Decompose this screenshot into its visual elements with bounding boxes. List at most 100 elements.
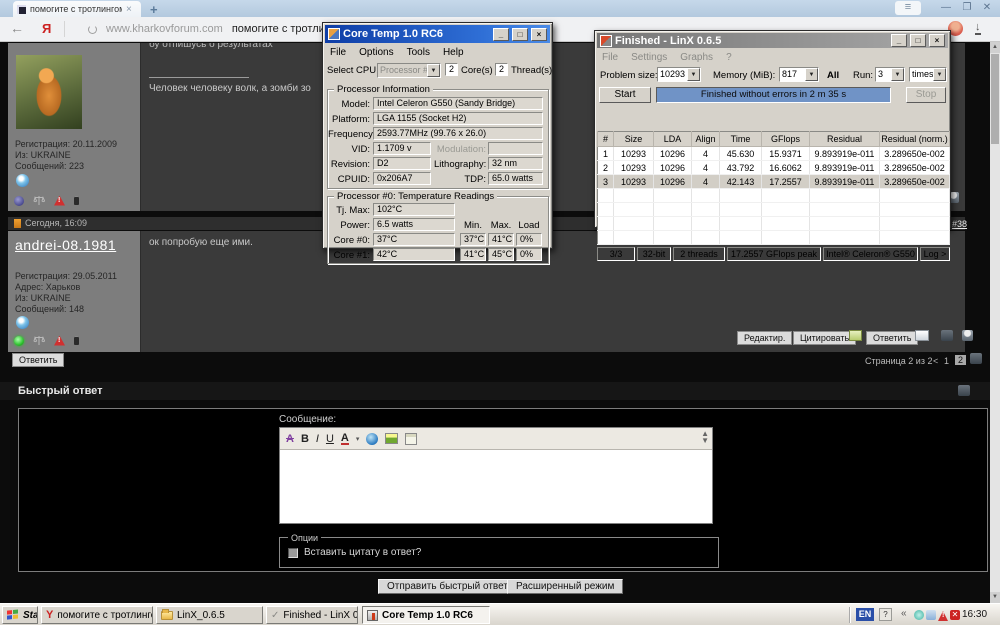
tray-error-icon[interactable]: ✕ — [950, 610, 960, 620]
task-linx-app[interactable]: ✓ Finished - LinX 0.6.5 — [266, 606, 358, 624]
menu-graphs[interactable]: Graphs — [680, 52, 713, 63]
edit-post-button[interactable]: Редактир. — [737, 331, 793, 345]
font-color-caret-icon[interactable]: ▾ — [356, 435, 360, 443]
message-icon[interactable] — [941, 330, 953, 341]
thread-reply-button[interactable]: Ответить — [12, 353, 65, 367]
stop-button[interactable]: Stop — [906, 87, 946, 103]
report-warning-icon[interactable] — [54, 335, 65, 346]
menu-tools[interactable]: Tools — [407, 47, 430, 58]
browser-close-button[interactable]: ✕ — [979, 1, 995, 15]
collapse-section-icon[interactable] — [958, 385, 970, 396]
profile-icon[interactable] — [962, 330, 973, 341]
memory-select[interactable]: 817 ▼ — [779, 67, 819, 82]
report-warning-icon[interactable] — [54, 195, 65, 206]
submit-quick-reply-button[interactable]: Отправить быстрый ответ — [378, 579, 517, 594]
problem-size-select[interactable]: 10293 ▼ — [657, 67, 701, 82]
col-size[interactable]: Size — [613, 131, 654, 148]
quote-post-button[interactable]: Цитировать — [793, 331, 857, 345]
run-units-select[interactable]: times ▼ — [909, 67, 947, 82]
scrollbar-thumb[interactable] — [991, 54, 999, 144]
help-tray-icon[interactable]: ? — [879, 608, 892, 621]
insert-quote-icon[interactable] — [405, 432, 418, 445]
reply-post-button[interactable]: Ответить — [866, 331, 919, 345]
task-linx-folder[interactable]: LinX_0.6.5 — [156, 606, 263, 624]
insert-image-icon[interactable] — [385, 433, 399, 444]
insert-link-icon[interactable] — [366, 432, 379, 445]
editor-resize-icon[interactable]: ▲ ▼ — [701, 430, 709, 445]
col-residual-norm[interactable]: Residual (norm.) — [879, 131, 950, 148]
task-browser[interactable]: Y помогите с тротлингом ... — [41, 606, 153, 624]
coretemp-titlebar[interactable]: Core Temp 1.0 RC6 _ □ × — [325, 25, 550, 43]
minimize-icon[interactable]: _ — [891, 34, 907, 47]
tray-chevron-icon[interactable]: « — [901, 608, 907, 619]
yandex-logo-icon[interactable]: Я — [42, 21, 51, 36]
message-textarea[interactable] — [280, 450, 712, 523]
tray-icon-1[interactable] — [914, 610, 924, 620]
quote-checkbox[interactable] — [288, 548, 298, 558]
start-button[interactable]: Start — [2, 606, 38, 624]
font-color-icon[interactable]: A — [340, 432, 349, 445]
col-time[interactable]: Time — [719, 131, 762, 148]
pagination-prev[interactable]: < — [933, 356, 938, 366]
col-lda[interactable]: LDA — [653, 131, 692, 148]
menu-options[interactable]: Options — [359, 47, 393, 58]
table-row[interactable]: 1 10293 10296 4 45.630 15.9371 9.893919e-011 3.… — [597, 146, 950, 162]
col-gflops[interactable]: GFlops — [761, 131, 810, 148]
post2-username-link[interactable]: andrei-08.1981 — [15, 237, 116, 253]
advanced-mode-button[interactable]: Расширенный режим — [507, 579, 624, 594]
scroll-down-icon[interactable]: ▼ — [990, 592, 1000, 603]
icq-status-icon[interactable] — [16, 316, 29, 329]
processor-select[interactable]: Processor #0 ▼ — [377, 63, 441, 78]
menu-file[interactable]: File — [602, 52, 618, 63]
maximize-icon[interactable]: □ — [910, 34, 926, 47]
pagination-page-1[interactable]: 1 — [944, 356, 949, 366]
close-icon[interactable]: × — [929, 34, 945, 47]
minimize-icon[interactable]: _ — [493, 27, 509, 41]
menu-settings[interactable]: Settings — [631, 52, 667, 63]
task-coretemp-active[interactable]: Core Temp 1.0 RC6 — [362, 606, 490, 624]
pagination-icon[interactable] — [970, 353, 982, 364]
tray-warning-icon[interactable] — [938, 611, 948, 621]
url-field[interactable]: www.kharkovforum.com помогите с тротлинг… — [106, 23, 348, 35]
post-number-link[interactable]: #38 — [952, 219, 967, 229]
reload-icon[interactable] — [88, 25, 97, 34]
col-align[interactable]: Align — [691, 131, 720, 148]
italic-icon[interactable]: I — [316, 433, 319, 445]
multiquote-icon[interactable] — [849, 330, 862, 341]
remove-format-icon[interactable]: A — [286, 433, 294, 445]
maximize-icon[interactable]: □ — [512, 27, 528, 41]
underline-icon[interactable]: U — [326, 433, 334, 445]
browser-minimize-button[interactable]: — — [938, 1, 954, 15]
col-residual[interactable]: Residual — [809, 131, 880, 148]
col-num[interactable]: # — [597, 131, 614, 148]
page-scrollbar[interactable]: ▲ ▼ — [990, 42, 1000, 603]
menu-help[interactable]: ? — [726, 52, 732, 63]
browser-tab[interactable]: помогите с тротлингом × — [13, 1, 141, 17]
reputation-scales-icon[interactable] — [33, 335, 45, 346]
run-count-select[interactable]: 3 ▼ — [875, 67, 905, 82]
menu-file[interactable]: File — [330, 47, 346, 58]
post2-user-column: andrei-08.1981 Регистрация: 29.05.2011 А… — [8, 231, 140, 352]
log-button[interactable]: Log > — [920, 247, 950, 261]
bold-icon[interactable]: B — [301, 433, 309, 445]
tray-icon-2[interactable] — [926, 610, 936, 620]
browser-menu-icon[interactable]: ≡ — [895, 1, 921, 15]
download-icon[interactable]: ↓ — [975, 22, 981, 35]
menu-help[interactable]: Help — [443, 47, 464, 58]
language-indicator[interactable]: EN — [856, 608, 874, 621]
new-tab-button[interactable]: + — [150, 2, 158, 17]
linx-titlebar[interactable]: Finished - LinX 0.6.5 _ □ × — [597, 33, 948, 48]
notepad-icon[interactable] — [915, 330, 929, 341]
table-row-selected[interactable]: 3 10293 10296 4 42.143 17.2557 9.893919e-011 3.… — [597, 174, 950, 190]
user-avatar[interactable] — [16, 55, 82, 129]
browser-restore-button[interactable]: ❐ — [959, 1, 975, 15]
close-icon[interactable]: × — [531, 27, 547, 41]
taskbar: Start Y помогите с тротлингом ... LinX_0… — [0, 603, 1000, 625]
reputation-scales-icon[interactable] — [33, 195, 45, 206]
back-button-icon[interactable]: ← — [10, 20, 24, 36]
table-row[interactable]: 2 10293 10296 4 43.792 16.6062 9.893919e-011 3.… — [597, 160, 950, 176]
icq-status-icon[interactable] — [16, 174, 29, 187]
tab-close-icon[interactable]: × — [126, 4, 132, 14]
start-button[interactable]: Start — [599, 87, 651, 103]
scroll-up-icon[interactable]: ▲ — [990, 42, 1000, 53]
